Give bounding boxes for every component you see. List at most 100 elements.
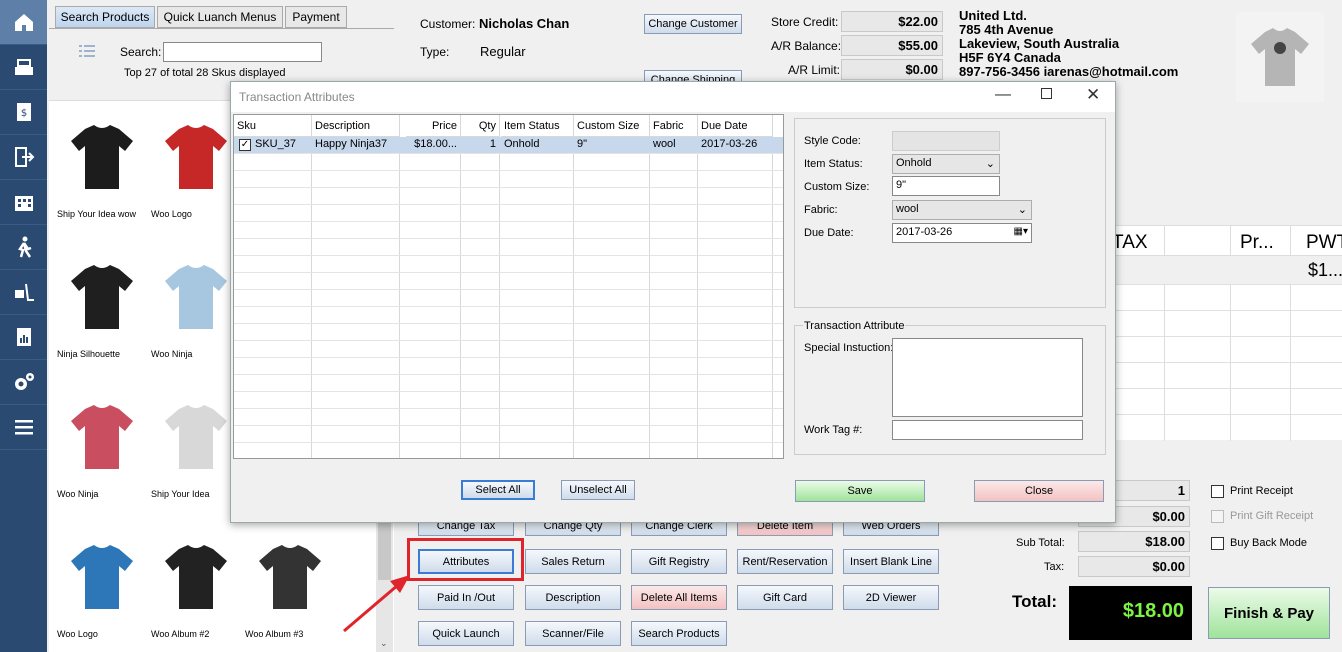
work-tag-input[interactable] (892, 420, 1083, 440)
exit-icon (14, 147, 34, 167)
product-image (57, 111, 147, 203)
chevron-down-icon: ⌄ (1017, 204, 1027, 216)
annotation-arrow (343, 575, 410, 633)
unselect-all-button[interactable]: Unselect All (561, 480, 635, 500)
search-input[interactable] (163, 42, 322, 62)
print-receipt-checkbox[interactable] (1211, 485, 1224, 498)
product-image (151, 391, 241, 483)
column-header[interactable]: Custom Size (574, 115, 650, 137)
nav-settings-button[interactable] (0, 360, 47, 405)
address-line: United Ltd. (959, 8, 1027, 23)
product-tile[interactable]: Ship Your Idea wow (57, 111, 147, 241)
product-tile[interactable]: Woo Logo (57, 531, 147, 652)
product-tile[interactable]: Ninja Silhouette (57, 251, 147, 381)
column-header[interactable]: Sku (234, 115, 312, 137)
fabric-label: Fabric: (804, 204, 838, 216)
cart-header-pwt: PWT (1306, 232, 1342, 253)
row-checkbox[interactable]: ✓ (239, 139, 251, 151)
table-row (234, 409, 783, 426)
action-button-rent-reservation[interactable]: Rent/Reservation (737, 549, 833, 574)
menu-icon (14, 420, 33, 435)
dialog-titlebar: Transaction Attributes — ✕ (231, 82, 1115, 112)
action-button-gift-registry[interactable]: Gift Registry (631, 549, 727, 574)
minimize-icon[interactable]: — (995, 86, 1011, 104)
cart-row[interactable] (1108, 256, 1342, 284)
maximize-icon[interactable] (1041, 88, 1052, 99)
product-name: Ship Your Idea (151, 489, 210, 499)
column-header[interactable]: Description (312, 115, 400, 137)
nav-receipt-button[interactable]: $ (0, 90, 47, 135)
item-status-select[interactable]: Onhold ⌄ (892, 154, 1000, 174)
select-all-button[interactable]: Select All (461, 480, 535, 500)
column-header[interactable]: Fabric (650, 115, 698, 137)
action-button-sales-return[interactable]: Sales Return (525, 549, 621, 574)
ar-limit-label: A/R Limit: (788, 63, 841, 77)
column-header[interactable]: Due Date (698, 115, 773, 137)
due-date-picker[interactable]: 2017-03-26 ▦▾ (892, 223, 1032, 243)
product-tile[interactable]: Woo Logo (151, 111, 241, 241)
table-row[interactable]: SKU_37 Happy Ninja37 $18.00... 1 Onhold 9" woo… (234, 137, 783, 154)
nav-building-button[interactable] (0, 180, 47, 225)
buy-back-mode-checkbox[interactable] (1211, 537, 1224, 550)
product-name: Woo Album #3 (245, 629, 304, 639)
column-header[interactable]: Price (406, 115, 461, 137)
column-header[interactable]: Qty (461, 115, 500, 137)
customer-name: Nicholas Chan (479, 16, 570, 31)
action-button-2d-viewer[interactable]: 2D Viewer (843, 585, 939, 610)
action-button-insert-blank-line[interactable]: Insert Blank Line (843, 549, 939, 574)
close-button[interactable]: Close (974, 480, 1104, 502)
change-customer-button[interactable]: Change Customer (644, 14, 742, 34)
action-button-description[interactable]: Description (525, 585, 621, 610)
close-icon[interactable]: ✕ (1086, 85, 1100, 105)
chevron-down-icon: ⌄ (985, 158, 995, 170)
table-row (234, 290, 783, 307)
product-tile[interactable]: Woo Album #3 (245, 531, 335, 652)
action-button-scanner-file[interactable]: Scanner/File (525, 621, 621, 646)
column-header[interactable]: Item Status (501, 115, 574, 137)
action-button-delete-all-items[interactable]: Delete All Items (631, 585, 727, 610)
sku-count-text: Top 27 of total 28 Skus displayed (124, 67, 286, 79)
receipt-icon: $ (16, 103, 31, 121)
ar-limit-value: $0.00 (841, 59, 943, 80)
nav-dolly-button[interactable] (0, 270, 47, 315)
action-button-search-products[interactable]: Search Products (631, 621, 727, 646)
tab-search-products[interactable]: Search Products (55, 6, 155, 28)
product-image (151, 531, 241, 623)
list-icon[interactable] (79, 44, 95, 58)
action-button-gift-card[interactable]: Gift Card (737, 585, 833, 610)
action-button-paid-in-out[interactable]: Paid In /Out (418, 585, 514, 610)
custom-size-input[interactable]: 9" (892, 176, 1000, 196)
product-tile[interactable]: Ship Your Idea (151, 391, 241, 521)
print-gift-receipt-checkbox[interactable] (1211, 510, 1224, 523)
tax-value: $0.00 (1078, 556, 1190, 577)
table-row (234, 358, 783, 375)
tab-quick-launch-menus[interactable]: Quick Luanch Menus (157, 6, 283, 28)
table-row (234, 205, 783, 222)
table-row (234, 324, 783, 341)
tab-payment[interactable]: Payment (285, 6, 347, 28)
calendar-icon[interactable]: ▦▾ (1014, 226, 1028, 237)
nav-walk-button[interactable] (0, 225, 47, 270)
save-button[interactable]: Save (795, 480, 925, 502)
nav-sidebar: $ (0, 0, 47, 652)
table-row (234, 154, 783, 171)
product-tile[interactable]: Woo Ninja (151, 251, 241, 381)
cell-price: $18.00... (414, 138, 457, 150)
nav-report-button[interactable] (0, 315, 47, 360)
settings-icon (14, 373, 34, 390)
nav-register-button[interactable] (0, 45, 47, 90)
subtotal-value: $18.00 (1078, 531, 1190, 552)
nav-exit-button[interactable] (0, 135, 47, 180)
nav-home-button[interactable] (0, 0, 47, 45)
product-tile[interactable]: Woo Ninja (57, 391, 147, 521)
style-code-input[interactable] (892, 131, 1000, 151)
total-label: Total: (1012, 592, 1058, 611)
finish-pay-button[interactable]: Finish & Pay (1208, 587, 1330, 639)
product-tile[interactable]: Woo Album #2 (151, 531, 241, 652)
fabric-select[interactable]: wool ⌄ (892, 200, 1032, 220)
special-instruction-textarea[interactable] (892, 338, 1083, 417)
nav-menu-button[interactable] (0, 405, 47, 450)
svg-text:$: $ (20, 108, 26, 119)
action-button-quick-launch[interactable]: Quick Launch (418, 621, 514, 646)
table-row (234, 171, 783, 188)
